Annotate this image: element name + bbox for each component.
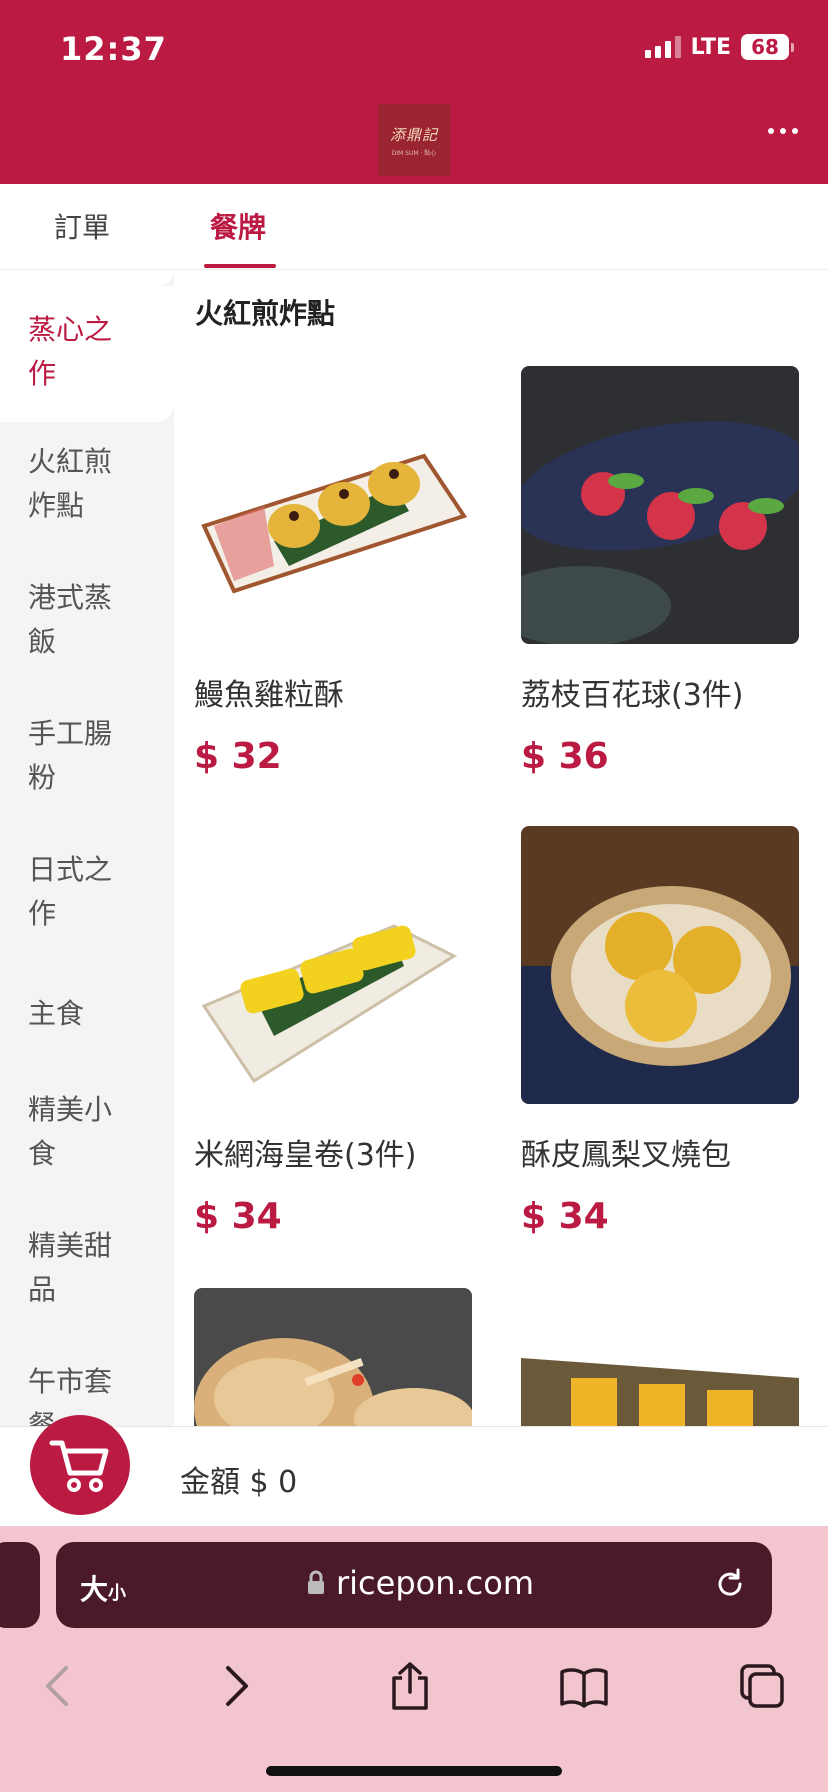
product-card[interactable]: 鰻魚雞粒酥 $ 32 bbox=[194, 366, 472, 777]
product-image bbox=[521, 826, 799, 1104]
product-name: 米網海皇卷(3件) bbox=[194, 1138, 417, 1173]
product-image bbox=[194, 1288, 472, 1426]
product-price: $ 32 bbox=[194, 736, 282, 777]
url-text: ricepon.com bbox=[336, 1564, 535, 1602]
sidebar-item-rice-roll[interactable]: 手工腸粉 bbox=[0, 712, 174, 800]
sidebar-item-snacks[interactable]: 精美小食 bbox=[0, 1088, 174, 1176]
address-bar[interactable]: 大小 ricepon.com bbox=[56, 1542, 772, 1628]
product-card[interactable] bbox=[521, 1288, 799, 1426]
cart-button[interactable] bbox=[30, 1415, 130, 1515]
product-name: 酥皮鳳梨叉燒包 bbox=[521, 1138, 731, 1173]
sidebar-item-desserts[interactable]: 精美甜品 bbox=[0, 1224, 174, 1312]
product-name: 鰻魚雞粒酥 bbox=[194, 678, 344, 713]
shopping-cart-icon bbox=[49, 1440, 109, 1492]
previous-tab-preview[interactable] bbox=[0, 1542, 40, 1628]
network-type: LTE bbox=[690, 34, 731, 60]
more-options-icon[interactable] bbox=[768, 128, 798, 134]
product-image bbox=[194, 366, 472, 644]
product-price: $ 34 bbox=[521, 1196, 609, 1237]
product-image bbox=[521, 1288, 799, 1426]
product-card[interactable]: 米網海皇卷(3件) $ 34 bbox=[194, 826, 472, 1237]
sidebar-item-steamed[interactable]: 蒸心之作 bbox=[0, 286, 174, 422]
app-header: 12:37 LTE 68 添鼎記 DIM SUM · 點心 bbox=[0, 0, 828, 184]
sidebar-item-japanese[interactable]: 日式之作 bbox=[0, 848, 174, 936]
product-card[interactable]: 荔枝百花球(3件) $ 36 bbox=[521, 366, 799, 777]
browser-toolbar: 大小 ricepon.com bbox=[0, 1526, 828, 1792]
battery-level: 68 bbox=[741, 34, 789, 60]
tab-bar: 訂單 餐牌 bbox=[0, 184, 828, 270]
status-time: 12:37 bbox=[60, 30, 167, 68]
section-title: 火紅煎炸點 bbox=[195, 297, 336, 330]
category-sidebar: 蒸心之作 火紅煎炸點 港式蒸飯 手工腸粉 日式之作 主食 精美小食 精美甜品 午… bbox=[0, 270, 174, 1426]
product-card[interactable] bbox=[194, 1288, 472, 1426]
back-icon[interactable] bbox=[28, 1656, 88, 1716]
product-card[interactable]: 酥皮鳳梨叉燒包 $ 34 bbox=[521, 826, 799, 1237]
cart-total: 金額 $ 0 bbox=[180, 1465, 298, 1500]
home-indicator bbox=[266, 1766, 562, 1776]
bookmarks-icon[interactable] bbox=[554, 1656, 614, 1716]
reload-icon[interactable] bbox=[712, 1566, 748, 1606]
sidebar-item-rice[interactable]: 港式蒸飯 bbox=[0, 576, 174, 664]
product-image bbox=[194, 826, 472, 1104]
cart-bar: 金額 $ 0 bbox=[0, 1415, 828, 1526]
forward-icon[interactable] bbox=[206, 1656, 266, 1716]
battery-icon: 68 bbox=[741, 34, 794, 60]
active-tab-indicator bbox=[204, 264, 276, 268]
tab-menu[interactable]: 餐牌 bbox=[210, 206, 266, 246]
text-size-button[interactable]: 大小 bbox=[80, 1568, 126, 1608]
url-display: ricepon.com bbox=[306, 1564, 534, 1602]
logo-text: 添鼎記 bbox=[389, 125, 438, 144]
browser-nav bbox=[0, 1656, 828, 1756]
sidebar-item-fried[interactable]: 火紅煎炸點 bbox=[0, 440, 174, 528]
logo-subtext: DIM SUM · 點心 bbox=[391, 149, 437, 157]
tab-orders[interactable]: 訂單 bbox=[54, 206, 110, 246]
product-price: $ 34 bbox=[194, 1196, 282, 1237]
signal-icon bbox=[644, 36, 681, 58]
product-name: 荔枝百花球(3件) bbox=[521, 678, 744, 713]
sidebar-item-main[interactable]: 主食 bbox=[0, 992, 174, 1036]
share-icon[interactable] bbox=[380, 1656, 440, 1716]
restaurant-logo: 添鼎記 DIM SUM · 點心 bbox=[378, 104, 450, 176]
tabs-icon[interactable] bbox=[732, 1656, 792, 1716]
product-price: $ 36 bbox=[521, 736, 609, 777]
product-image bbox=[521, 366, 799, 644]
lock-icon bbox=[308, 1570, 324, 1594]
status-indicators: LTE 68 bbox=[644, 34, 794, 60]
